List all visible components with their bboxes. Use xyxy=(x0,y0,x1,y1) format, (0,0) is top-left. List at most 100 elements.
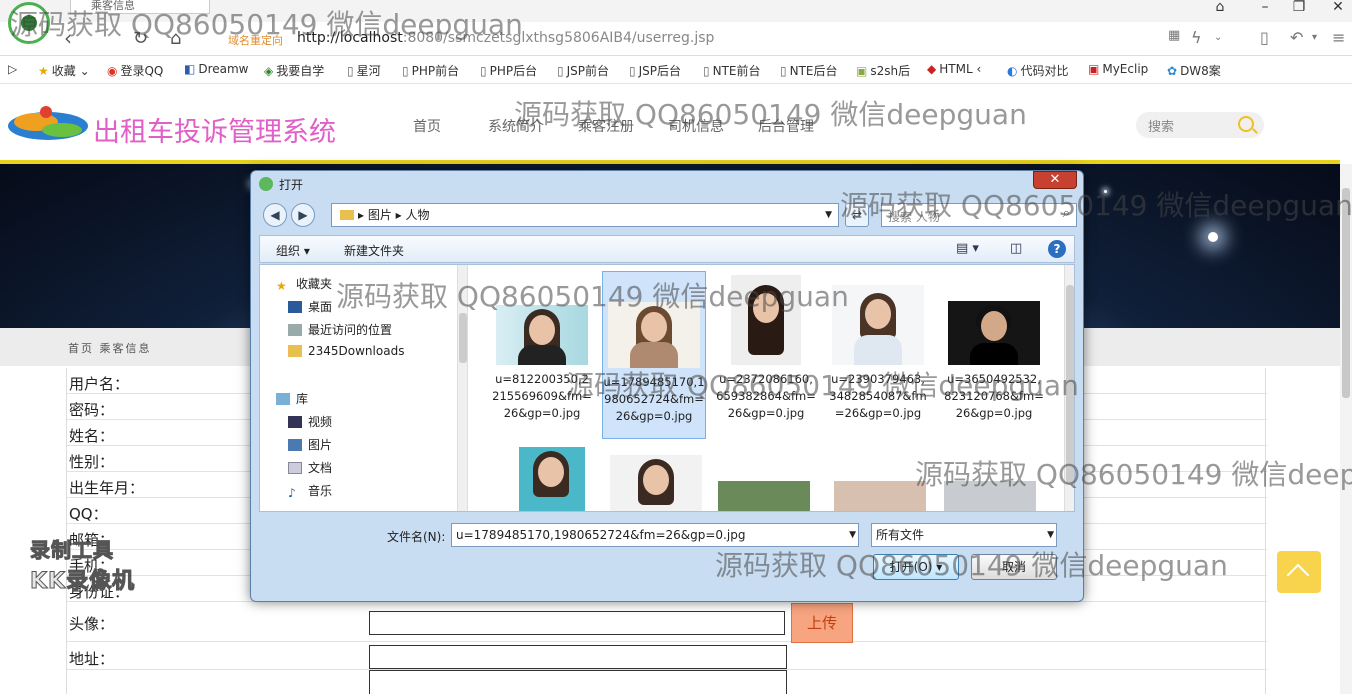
bookmark-item[interactable]: ◉ 登录QQ xyxy=(107,62,163,79)
bookmark-item[interactable]: ▯ PHP前台 xyxy=(402,62,459,79)
bookmark-item[interactable]: ✿ DW8案 xyxy=(1167,62,1221,79)
minimize-icon[interactable]: – xyxy=(1250,0,1280,16)
tree-videos[interactable]: 视频 xyxy=(288,413,332,430)
filename-input[interactable]: u=1789485170,1980652724&fm=26&gp=0.jpg ▼ xyxy=(451,523,859,547)
bookmark-item[interactable]: ▣ MyEclip xyxy=(1088,62,1148,76)
bookmark-item[interactable]: ◐ 代码对比 xyxy=(1007,62,1069,79)
view-mode-icon[interactable]: ▤ ▾ xyxy=(956,241,979,256)
site-header: 出租车投诉管理系统 首页 系统简介 乘客注册 司机信息 后台管理 搜索 xyxy=(0,84,1352,162)
lightning-icon[interactable]: ϟ xyxy=(1191,28,1202,47)
undo-icon[interactable]: ↶ xyxy=(1290,28,1303,47)
dialog-search-icon[interactable]: ⌕ xyxy=(1063,206,1070,221)
file-thumbnail[interactable] xyxy=(606,455,706,511)
path-segment[interactable]: 图片 xyxy=(368,208,392,222)
reload-icon[interactable]: ↻ xyxy=(133,28,148,49)
tree-documents[interactable]: 文档 xyxy=(288,459,332,476)
file-type-value: 所有文件 xyxy=(876,528,925,542)
tree-scrollbar[interactable] xyxy=(457,265,467,511)
bookmark-item[interactable]: ◧ Dreamw xyxy=(184,62,249,76)
file-thumbnail[interactable] xyxy=(830,481,930,511)
menu-icon[interactable]: ≡ xyxy=(1332,28,1345,47)
path-dropdown-icon[interactable]: ▼ xyxy=(825,204,832,226)
files-scrollbar[interactable] xyxy=(1064,265,1074,511)
url-field[interactable]: http://localhost:8080/ssmczetsglxthsg580… xyxy=(297,30,714,46)
chevron-down-icon[interactable]: ⌄ xyxy=(1214,32,1222,43)
dialog-search-input[interactable]: 搜索 人物 ⌕ xyxy=(881,203,1077,227)
back-icon[interactable]: ‹ xyxy=(64,26,72,50)
bookmark-item[interactable]: ▯ JSP前台 xyxy=(557,62,609,79)
open-button[interactable]: 打开(O) ▾ xyxy=(873,554,959,580)
bookmarks-toggle-icon[interactable]: ▷ xyxy=(8,62,17,76)
nav-admin[interactable]: 后台管理 xyxy=(758,116,814,136)
dialog-path-box[interactable]: ▸ 图片 ▸ 人物 ▼ xyxy=(331,203,839,227)
help-icon[interactable]: ? xyxy=(1048,240,1066,258)
organize-menu[interactable]: 组织 ▾ xyxy=(276,242,310,259)
cancel-button[interactable]: 取消 xyxy=(971,554,1057,580)
close-window-icon[interactable]: ✕ xyxy=(1323,0,1352,16)
nav-about[interactable]: 系统简介 xyxy=(488,116,544,136)
tree-recent[interactable]: 最近访问的位置 xyxy=(288,321,392,338)
browser-tab[interactable]: 乘客信息 xyxy=(70,0,210,14)
dialog-back-icon[interactable]: ◀ xyxy=(263,203,287,227)
bookmark-item[interactable]: ▯ NTE前台 xyxy=(703,62,761,79)
bookmark-item[interactable]: ◈ 我要自学 xyxy=(264,62,324,79)
bookmark-item[interactable]: ▯ JSP后台 xyxy=(629,62,681,79)
bookmark-item[interactable]: ◆ HTML ‹ xyxy=(927,62,981,76)
bookmark-item[interactable]: ▯ PHP后台 xyxy=(480,62,537,79)
file-thumbnail[interactable]: u=2390379463,3482854087&fm=26&gp=0.jpg xyxy=(828,285,928,422)
dialog-close-icon[interactable]: ✕ xyxy=(1033,171,1077,189)
grid-icon[interactable]: ▦ xyxy=(1168,28,1180,43)
file-thumbnail[interactable] xyxy=(714,481,814,511)
file-type-dropdown-icon[interactable]: ▼ xyxy=(1047,524,1054,546)
bookmark-item[interactable]: ★ 收藏 ⌄ xyxy=(38,62,90,79)
tree-pictures[interactable]: 图片 xyxy=(288,436,332,453)
tree-favorites[interactable]: ★ 收藏夹 xyxy=(276,275,332,293)
nav-drivers[interactable]: 司机信息 xyxy=(668,116,724,136)
dialog-refresh-icon[interactable]: ⇄ xyxy=(845,203,869,227)
file-thumbnail[interactable]: u=812200350,2215569609&fm=26&gp=0.jpg xyxy=(492,305,592,422)
path-segment[interactable]: 人物 xyxy=(406,208,430,222)
nav-home[interactable]: 首页 xyxy=(413,116,441,136)
maximize-icon[interactable]: ❐ xyxy=(1284,0,1314,16)
back-to-top-button[interactable] xyxy=(1277,551,1321,593)
file-name: u=3650492532,823120768&fm=26&gp=0.jpg xyxy=(944,372,1044,420)
site-search-input[interactable]: 搜索 xyxy=(1136,112,1264,138)
home-icon[interactable]: ⌂ xyxy=(170,28,181,49)
address-input[interactable] xyxy=(369,645,787,669)
new-folder-button[interactable]: 新建文件夹 xyxy=(344,242,404,259)
bookmark-item[interactable]: ▯ NTE后台 xyxy=(780,62,838,79)
filename-dropdown-icon[interactable]: ▼ xyxy=(849,524,856,546)
avatar-path-input[interactable] xyxy=(369,611,785,635)
page-scrollbar[interactable] xyxy=(1340,164,1352,694)
file-thumbnail-selected[interactable]: u=1789485170,1980652724&fm=26&gp=0.jpg xyxy=(602,271,706,439)
file-thumbnail[interactable]: u=3650492532,823120768&fm=26&gp=0.jpg xyxy=(944,301,1044,422)
search-placeholder: 搜索 xyxy=(1148,120,1175,135)
dialog-toolbar: 组织 ▾ 新建文件夹 ▤ ▾ ◫ ? xyxy=(259,235,1075,263)
nav-register[interactable]: 乘客注册 xyxy=(578,116,634,136)
file-thumbnail[interactable] xyxy=(940,481,1040,511)
label-avatar: 头像： xyxy=(69,615,115,633)
file-preview-image xyxy=(718,481,810,511)
tree-music[interactable]: ♪ 音乐 xyxy=(288,482,332,500)
file-name: u=2390379463,3482854087&fm=26&gp=0.jpg xyxy=(829,372,927,420)
dialog-forward-icon[interactable]: ▶ xyxy=(291,203,315,227)
preview-pane-icon[interactable]: ◫ xyxy=(1010,241,1022,256)
label-gender: 性别： xyxy=(69,453,115,471)
tree-libraries[interactable]: 库 xyxy=(276,390,308,407)
tree-desktop[interactable]: 桌面 xyxy=(288,298,332,315)
file-thumbnail[interactable]: u=2372086160,659382864&fm=26&gp=0.jpg xyxy=(716,275,816,422)
tree-downloads[interactable]: 2345Downloads xyxy=(288,344,404,358)
bookmark-item[interactable]: ▯ 星河 xyxy=(347,62,381,79)
upload-button[interactable]: 上传 xyxy=(791,603,853,643)
file-thumbnail[interactable] xyxy=(502,447,602,511)
file-type-select[interactable]: 所有文件 ▼ xyxy=(871,523,1057,547)
undo-menu-icon[interactable]: ▾ xyxy=(1312,32,1317,43)
pin-icon[interactable]: ⌂ xyxy=(1205,0,1235,16)
reader-icon[interactable]: ▯ xyxy=(1260,28,1269,47)
label-birthdate: 出生年月： xyxy=(69,479,145,497)
file-preview-image xyxy=(610,455,702,511)
search-icon[interactable] xyxy=(1238,116,1254,132)
extra-input[interactable] xyxy=(369,670,787,694)
bookmark-item[interactable]: ▣ s2sh后 xyxy=(856,62,910,79)
label-qq: QQ： xyxy=(69,505,108,523)
